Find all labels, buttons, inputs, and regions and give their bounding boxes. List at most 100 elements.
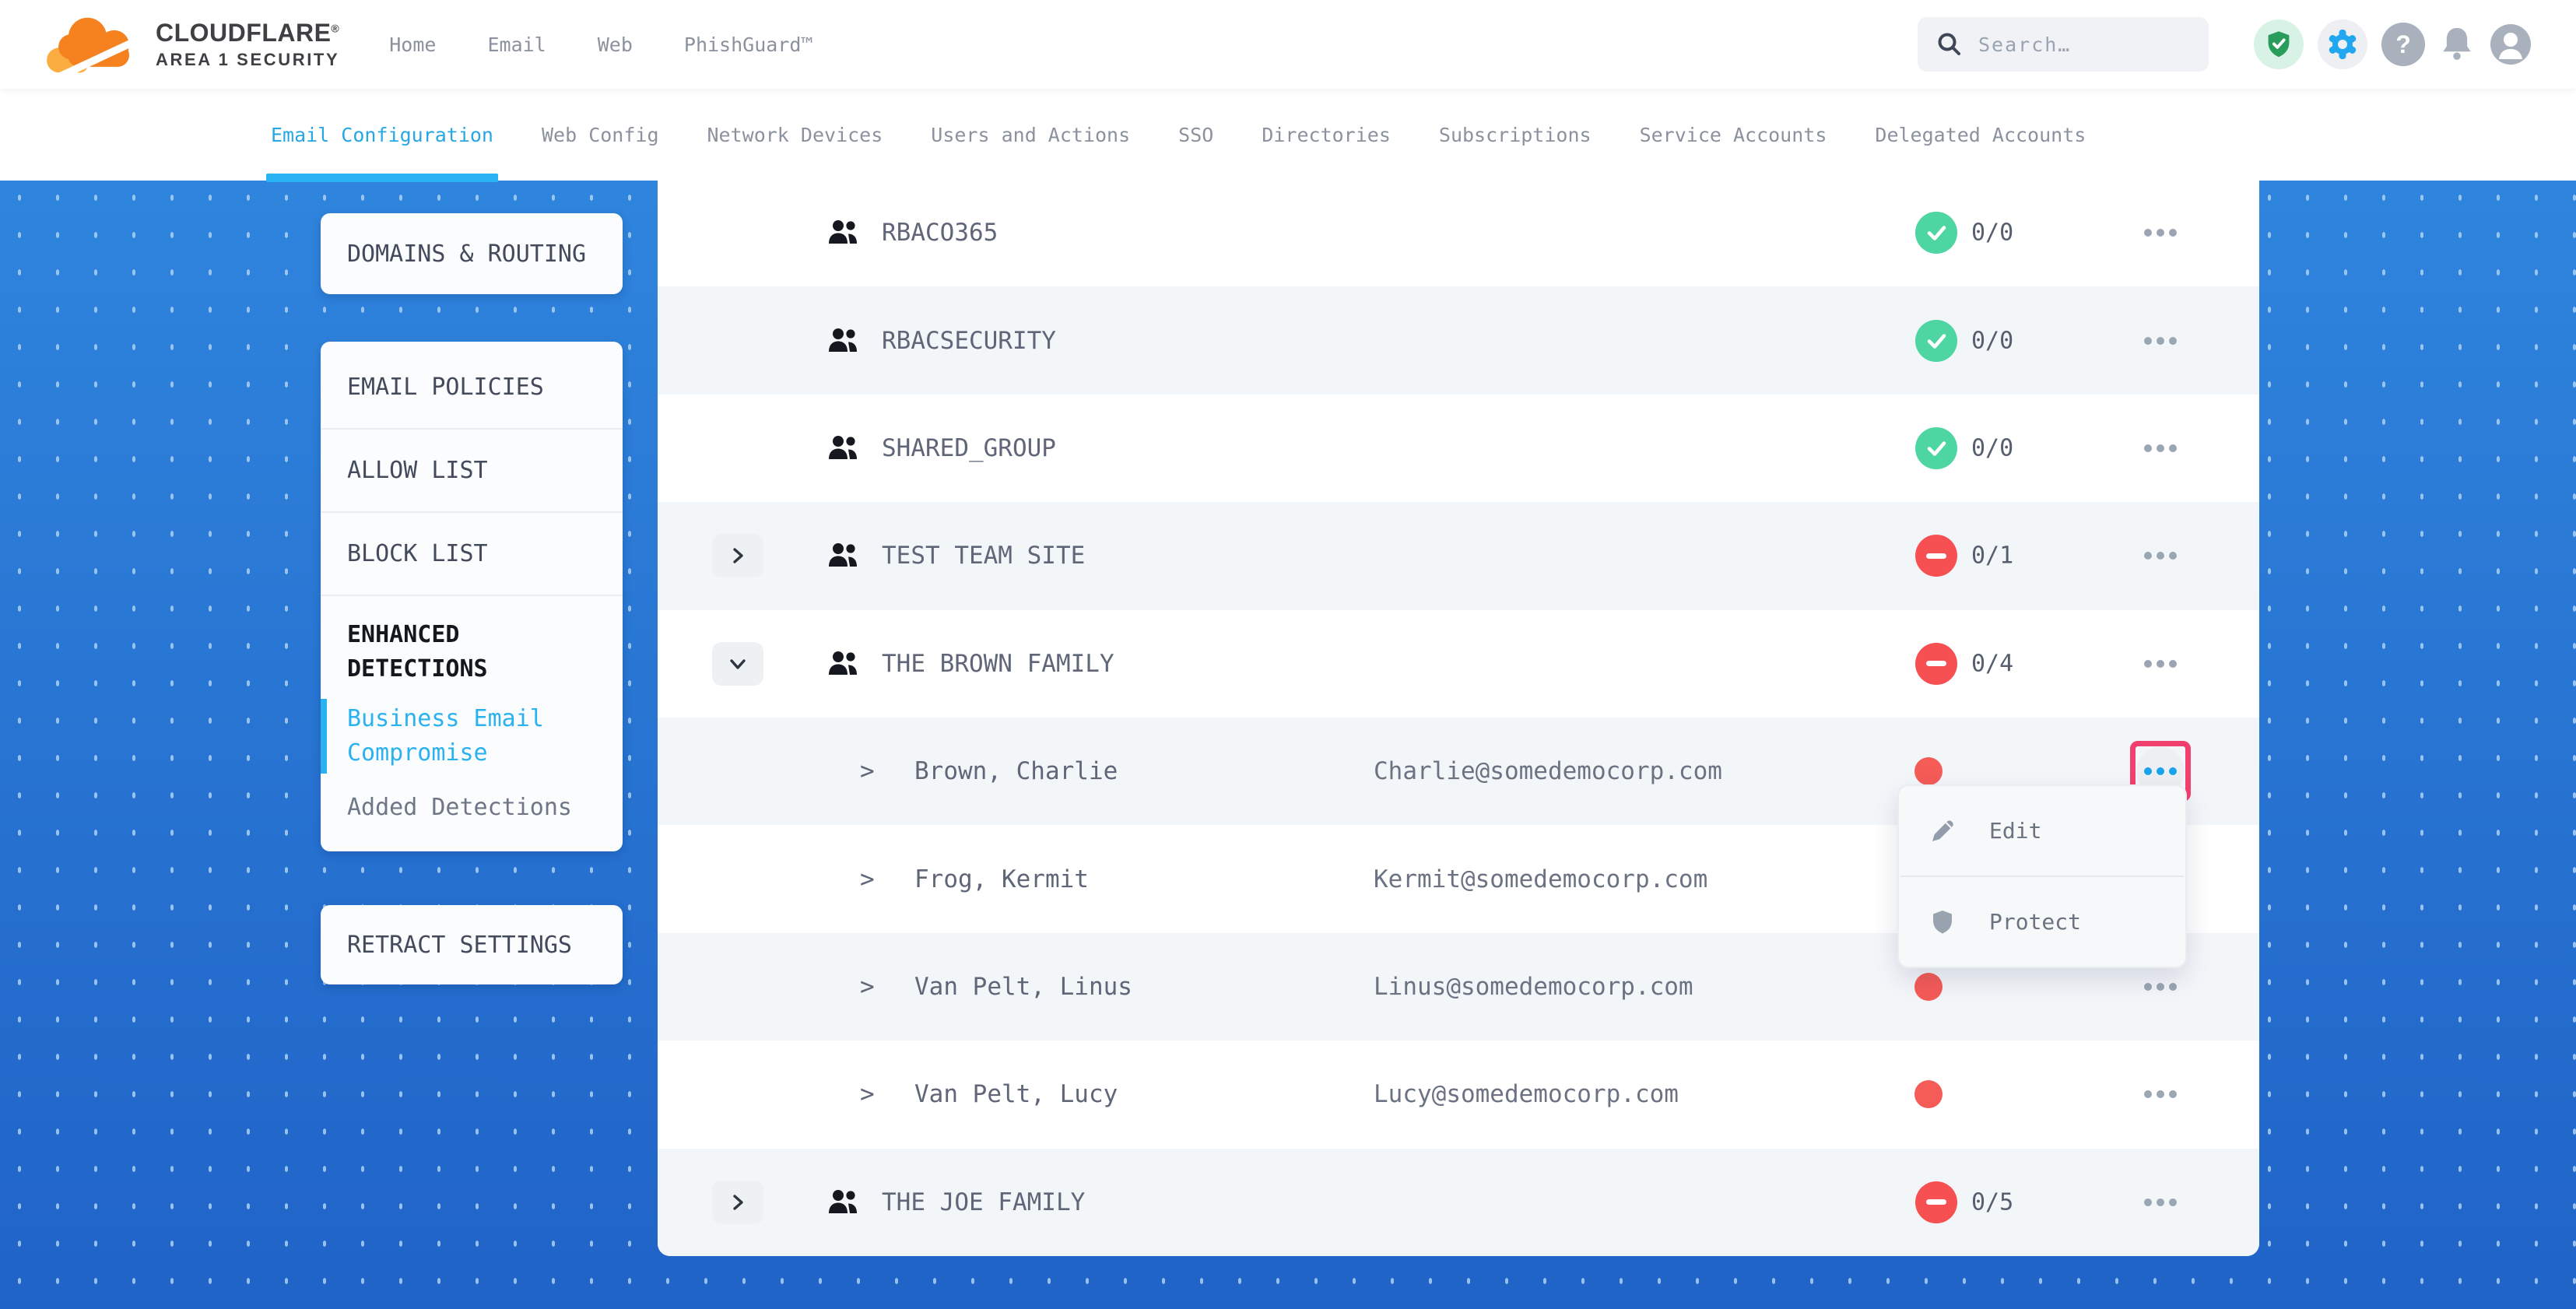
search-box[interactable] xyxy=(1918,17,2209,72)
table-row[interactable]: Van Pelt, Lucy > Van Pelt, Lucy Lucy@som… xyxy=(658,1041,2259,1148)
sidebar: DOMAINS & ROUTING EMAIL POLICIES ALLOW L… xyxy=(321,213,623,984)
tab[interactable]: Delegated Accounts xyxy=(1875,89,2086,181)
protected-count: 0/0 xyxy=(1971,327,2013,354)
status-pass-badge xyxy=(1915,212,1957,254)
status-pass-badge xyxy=(1915,427,1957,469)
status-fail-badge xyxy=(1915,643,1957,685)
user-name: Van Pelt, Lucy xyxy=(914,1080,1118,1108)
settings-button[interactable] xyxy=(2318,19,2367,69)
sidebar-item-retract-settings[interactable]: RETRACT SETTINGS xyxy=(321,905,623,984)
group-name: TEST TEAM SITE xyxy=(882,542,1085,570)
user-email: Charlie@somedemocorp.com xyxy=(1374,757,1722,785)
status-fail-badge xyxy=(1915,535,1957,577)
table-row[interactable]: SHARED_GROUP SHARED_GROUP 0/0 xyxy=(658,395,2259,502)
sidebar-item-label: Added Detections xyxy=(347,794,572,821)
status-dot xyxy=(1914,1080,1943,1108)
user-chevron: > xyxy=(860,865,875,893)
profile-button[interactable] xyxy=(2489,23,2532,66)
protected-count: 0/0 xyxy=(1971,219,2013,247)
protected-count: 0/1 xyxy=(1971,542,2013,570)
tab[interactable]: Users and Actions xyxy=(931,89,1130,181)
tab[interactable]: Network Devices xyxy=(707,89,883,181)
table-row[interactable]: TEST TEAM SITE TEST TEAM SITE 0/1 xyxy=(658,502,2259,609)
protected-count: 0/4 xyxy=(1971,650,2013,677)
expand-chevron-button[interactable] xyxy=(712,534,763,577)
help-button[interactable]: ? xyxy=(2381,23,2425,66)
user-name: Frog, Kermit xyxy=(914,865,1089,893)
sidebar-item-label: Business Email Compromise xyxy=(347,705,544,767)
expand-chevron-button[interactable] xyxy=(712,1181,763,1224)
group-users-icon xyxy=(827,1188,860,1216)
gear-icon xyxy=(2318,19,2367,69)
sidebar-item-label: RETRACT SETTINGS xyxy=(347,932,572,959)
row-actions-button[interactable] xyxy=(2130,1064,2191,1125)
sidebar-item-domains-routing[interactable]: DOMAINS & ROUTING xyxy=(321,213,623,294)
sidebar-item-label: ALLOW LIST xyxy=(347,457,488,484)
sidebar-item[interactable]: Added Detections xyxy=(321,780,623,830)
row-actions-button[interactable] xyxy=(2130,633,2191,694)
search-input[interactable] xyxy=(1978,33,2173,56)
group-users-icon xyxy=(827,327,860,355)
row-context-menu: Edit Protect xyxy=(1897,784,2187,968)
top-nav-item[interactable]: PhishGuard™ xyxy=(684,33,813,56)
user-name: Brown, Charlie xyxy=(914,757,1118,785)
brand-subtitle: AREA 1 SECURITY xyxy=(156,50,339,70)
row-actions-button[interactable] xyxy=(2130,311,2191,371)
trademark: ® xyxy=(331,22,339,34)
group-name: THE JOE FAMILY xyxy=(882,1188,1085,1216)
tab[interactable]: Email Configuration xyxy=(271,89,493,181)
tab[interactable]: SSO xyxy=(1178,89,1213,181)
row-actions-button[interactable] xyxy=(2130,418,2191,479)
group-users-icon xyxy=(827,434,860,462)
tab[interactable]: Web Config xyxy=(542,89,659,181)
sidebar-item[interactable]: Business Email Compromise xyxy=(321,693,623,780)
cloudflare-cloud-icon xyxy=(39,9,148,80)
sidebar-policies-card: EMAIL POLICIES ALLOW LIST BLOCK LIST ENH… xyxy=(321,342,623,851)
table-row[interactable]: RBACO365 RBACO365 0/0 xyxy=(658,179,2259,286)
tab[interactable]: Service Accounts xyxy=(1640,89,1827,181)
status-pass-badge xyxy=(1915,320,1957,362)
menu-item-edit[interactable]: Edit xyxy=(1899,786,2185,876)
brand-title: CLOUDFLARE® xyxy=(156,19,339,47)
brand-text: CLOUDFLARE® AREA 1 SECURITY xyxy=(156,19,339,70)
group-users-icon xyxy=(827,219,860,247)
top-nav-item[interactable]: Email xyxy=(487,33,546,56)
status-fail-badge xyxy=(1915,1181,1957,1223)
protected-count: 0/5 xyxy=(1971,1188,2013,1216)
tab[interactable]: Subscriptions xyxy=(1439,89,1592,181)
table-row[interactable]: THE JOE FAMILY THE JOE FAMILY 0/5 xyxy=(658,1149,2259,1256)
top-nav-item[interactable]: Home xyxy=(389,33,436,56)
header-right: ? xyxy=(1918,17,2532,72)
sidebar-item[interactable]: BLOCK LIST xyxy=(321,513,623,596)
config-tabs: Email Configuration Web Config Network Dev… xyxy=(0,89,2576,181)
menu-item-label: Edit xyxy=(1989,818,2041,844)
expand-chevron-button[interactable] xyxy=(712,642,763,686)
menu-item-protect[interactable]: Protect xyxy=(1899,877,2185,967)
user-email: Linus@somedemocorp.com xyxy=(1374,973,1693,1001)
row-actions-button[interactable] xyxy=(2130,202,2191,263)
group-table: RBACO365 RBACO365 0/0 xyxy=(658,179,2259,1256)
cloudflare-logo[interactable]: CLOUDFLARE® AREA 1 SECURITY xyxy=(39,9,339,80)
pencil-icon xyxy=(1928,817,1957,845)
shield-check-button[interactable] xyxy=(2254,19,2304,69)
status-dot xyxy=(1914,973,1943,1001)
group-name: RBACO365 xyxy=(882,219,998,247)
user-chevron: > xyxy=(860,973,875,1001)
sidebar-item[interactable]: ALLOW LIST xyxy=(321,430,623,513)
shield-check-icon xyxy=(2254,19,2304,69)
table-row[interactable]: RBACSECURITY RBACSECURITY 0/0 xyxy=(658,286,2259,394)
tab[interactable]: Directories xyxy=(1262,89,1391,181)
search-icon xyxy=(1936,31,1963,58)
table-row[interactable]: THE BROWN FAMILY THE BROWN FAMILY 0/4 xyxy=(658,610,2259,718)
sidebar-item[interactable]: EMAIL POLICIES xyxy=(321,346,623,430)
user-email: Kermit@somedemocorp.com xyxy=(1374,865,1707,893)
sidebar-item[interactable]: ENHANCED DETECTIONS xyxy=(321,596,623,693)
sidebar-item-label: DOMAINS & ROUTING xyxy=(347,240,586,268)
user-name: Van Pelt, Linus xyxy=(914,973,1132,1001)
sidebar-item-label: BLOCK LIST xyxy=(347,540,488,567)
top-nav-item[interactable]: Web xyxy=(598,33,633,56)
notifications-button[interactable] xyxy=(2439,25,2475,64)
row-actions-button[interactable] xyxy=(2130,525,2191,586)
row-actions-button[interactable] xyxy=(2130,1172,2191,1233)
protected-count: 0/0 xyxy=(1971,435,2013,462)
